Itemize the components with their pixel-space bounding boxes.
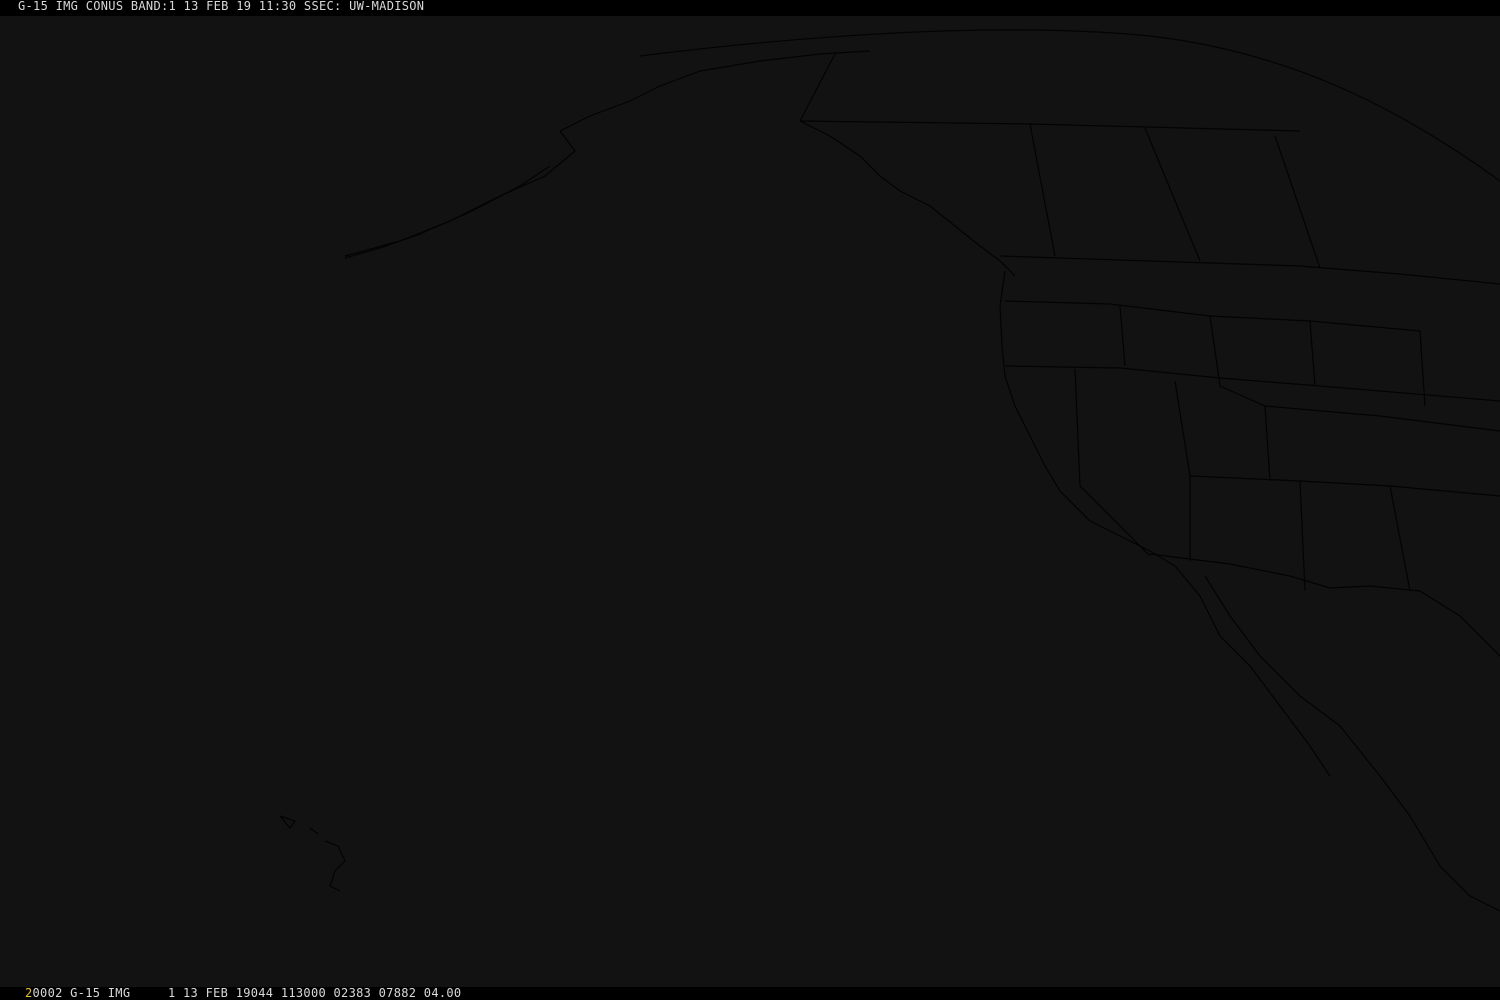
earth-limb	[639, 29, 1500, 182]
satellite-image	[0, 16, 1500, 987]
alaska-coastline	[344, 50, 871, 257]
hawaii-islands	[279, 815, 346, 892]
us-west-coast	[999, 270, 1176, 567]
mexico-coastline	[1174, 565, 1500, 912]
us-canada-border	[999, 255, 1500, 285]
alaska-canada-border	[799, 53, 836, 122]
bc-coastline	[799, 120, 1016, 277]
us-state-lines	[1004, 300, 1500, 592]
image-info-line: 20002 G-15 IMG 1 13 FEB 19044 113000 023…	[25, 987, 461, 1000]
us-mexico-border	[1149, 553, 1500, 657]
frame-number: 2	[25, 986, 33, 1000]
aleutian-islands	[344, 165, 551, 259]
image-header-bar: G-15 IMG CONUS BAND:1 13 FEB 19 11:30 SS…	[0, 0, 1500, 16]
canada-province-lines	[799, 120, 1321, 269]
image-title: G-15 IMG CONUS BAND:1 13 FEB 19 11:30 SS…	[18, 0, 425, 13]
image-footer-bar: 20002 G-15 IMG 1 13 FEB 19044 113000 023…	[0, 987, 1500, 1000]
map-overlay	[279, 29, 1500, 912]
satellite-image-viewer: G-15 IMG CONUS BAND:1 13 FEB 19 11:30 SS…	[0, 0, 1500, 1000]
image-info: 0002 G-15 IMG 1 13 FEB 19044 113000 0238…	[32, 986, 462, 1000]
